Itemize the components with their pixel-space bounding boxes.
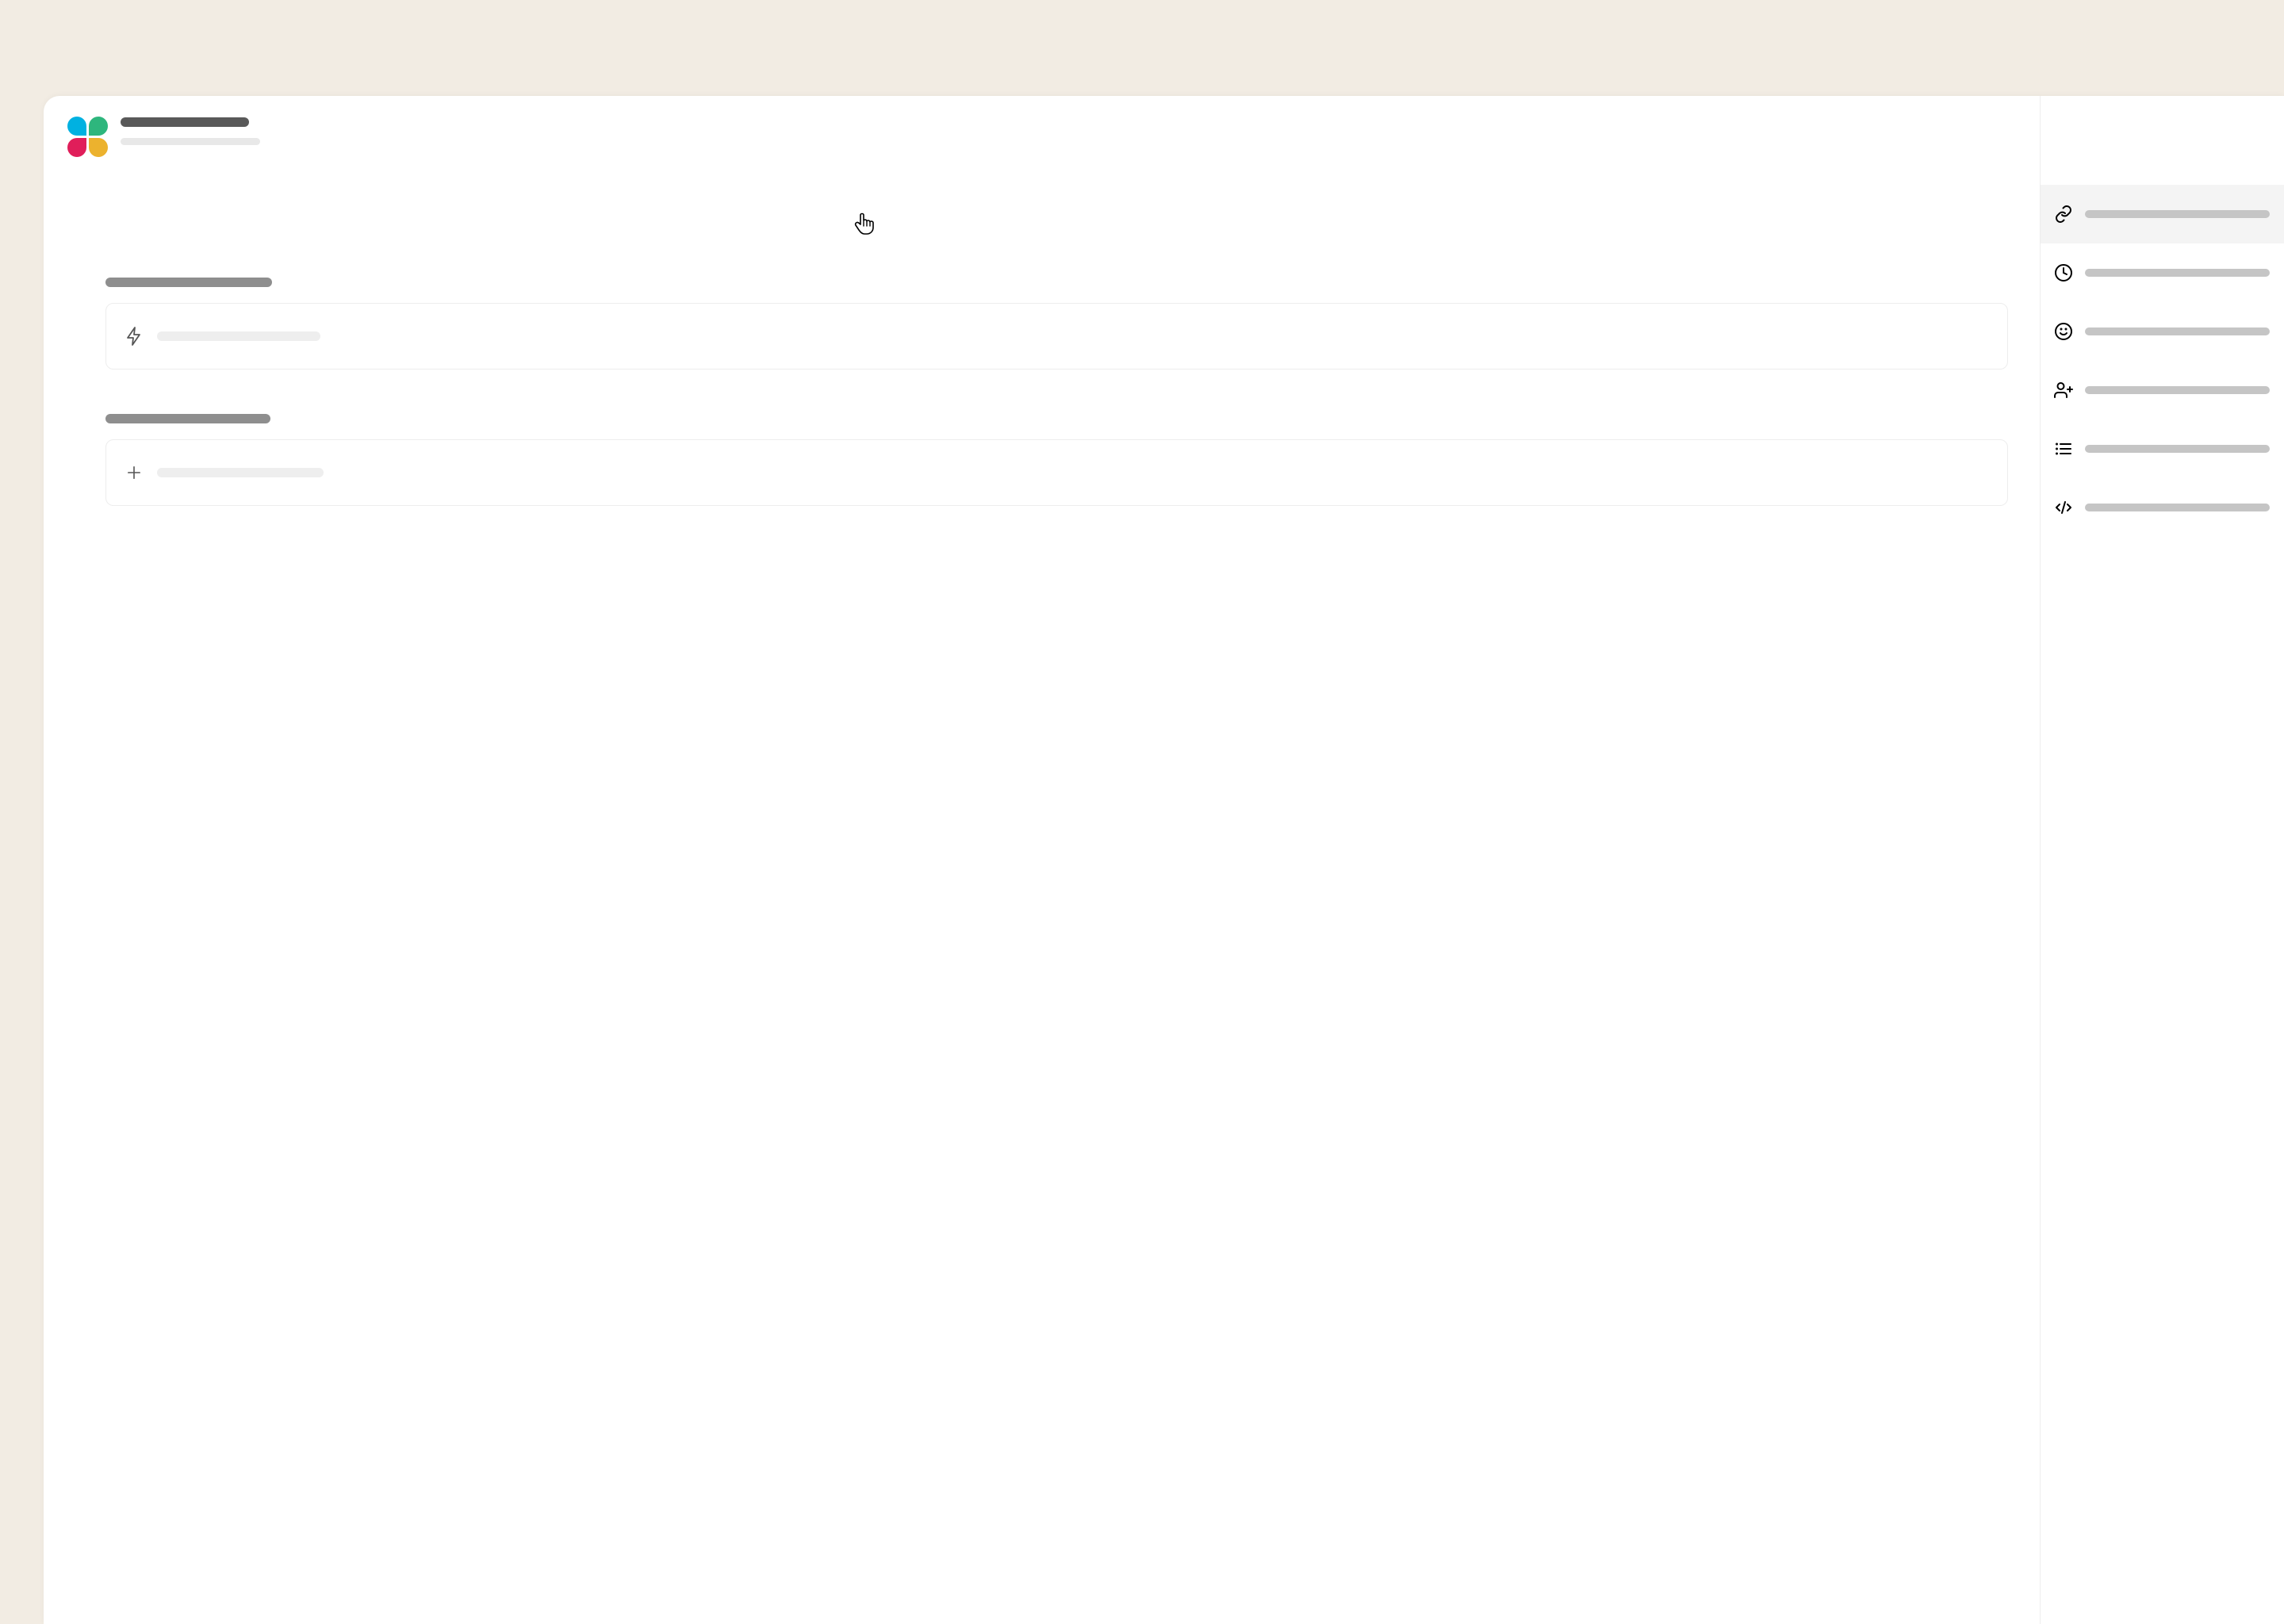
sidebar-item-code[interactable] [2041, 478, 2284, 537]
logo-tile-red [67, 138, 86, 157]
section-1-card[interactable] [105, 303, 2008, 370]
title-block [121, 117, 260, 145]
section-1-heading [105, 278, 272, 287]
logo-tile-blue [67, 117, 86, 136]
sidebar-item-label [2085, 269, 2270, 277]
list-icon [2053, 439, 2074, 459]
sidebar-item-label [2085, 327, 2270, 335]
plus-icon [124, 462, 144, 483]
logo-tile-yellow [89, 138, 108, 157]
header [67, 117, 2016, 157]
sidebar-item-label [2085, 504, 2270, 511]
code-icon [2053, 497, 2074, 518]
logo-tile-green [89, 117, 108, 136]
sidebar-item-label [2085, 445, 2270, 453]
sidebar-item-list[interactable] [2041, 419, 2284, 478]
sidebar-item-label [2085, 386, 2270, 394]
sidebar-item-add-user[interactable] [2041, 361, 2284, 419]
section-2-heading [105, 414, 270, 423]
app-logo[interactable] [67, 117, 108, 157]
smile-icon [2053, 321, 2074, 342]
section-2-card[interactable] [105, 439, 2008, 506]
sidebar-item-recent[interactable] [2041, 243, 2284, 302]
section-2-card-text [157, 468, 324, 477]
section-2 [67, 414, 2016, 506]
main-panel [44, 96, 2041, 1624]
sidebar-item-label [2085, 210, 2270, 218]
app-title [121, 117, 249, 127]
add-user-icon [2053, 380, 2074, 400]
lightning-icon [124, 326, 144, 347]
sidebar-item-reactions[interactable] [2041, 302, 2284, 361]
app-window [44, 96, 2284, 1624]
clock-icon [2053, 262, 2074, 283]
sidebar-item-link[interactable] [2041, 185, 2284, 243]
section-1 [67, 278, 2016, 370]
sidebar [2041, 96, 2284, 1624]
app-subtitle [121, 138, 260, 145]
section-1-card-text [157, 331, 320, 341]
link-icon [2053, 204, 2074, 224]
